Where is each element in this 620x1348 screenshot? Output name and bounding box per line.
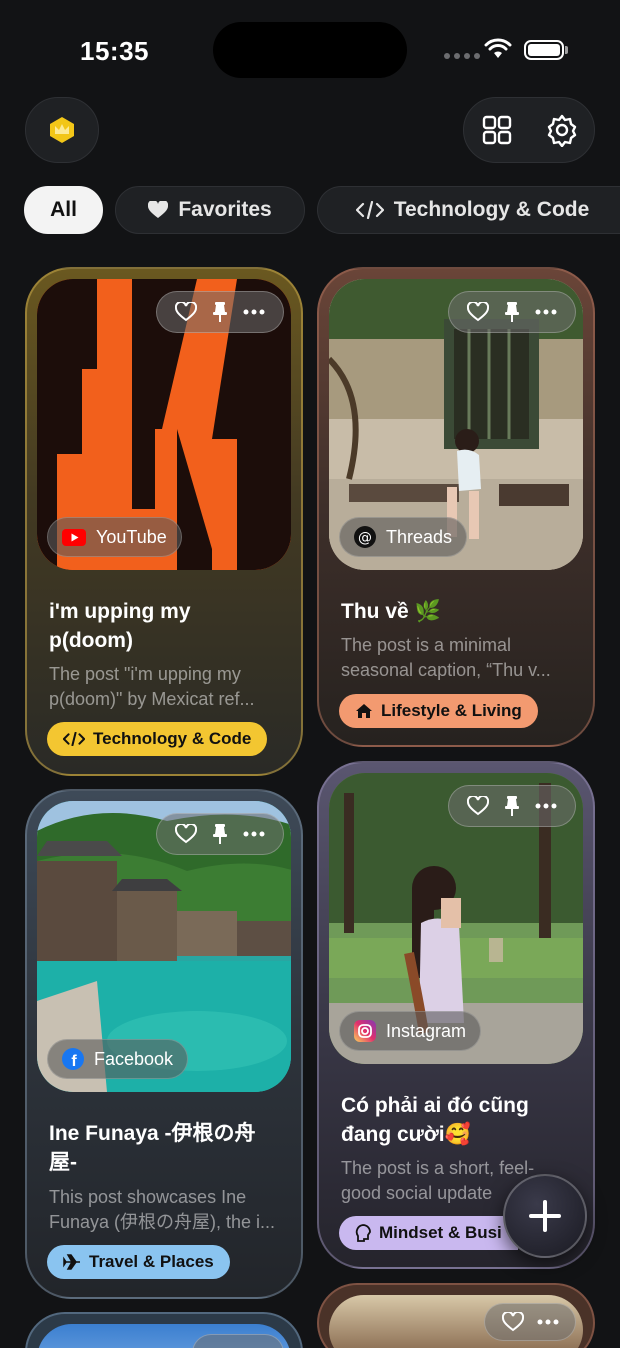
source-badge: Instagram	[339, 1011, 482, 1051]
source-label: YouTube	[96, 526, 167, 547]
instagram-icon	[354, 1020, 376, 1042]
filter-chip-all[interactable]: All	[24, 186, 103, 234]
filter-chip-technology[interactable]: Technology & Code	[317, 186, 620, 234]
crown-icon	[50, 117, 74, 143]
more-icon[interactable]	[537, 1319, 559, 1325]
filter-bar: All Favorites Technology & Code	[24, 186, 620, 234]
add-button[interactable]	[503, 1174, 587, 1258]
youtube-icon	[62, 528, 86, 546]
threads-icon: @	[354, 526, 376, 548]
pin-icon[interactable]	[212, 301, 228, 323]
more-icon[interactable]	[243, 309, 265, 315]
gear-icon	[547, 114, 576, 147]
premium-button[interactable]	[25, 97, 99, 163]
settings-button[interactable]	[537, 105, 587, 155]
content-card[interactable]: YouTube i'm upping my p(doom) The post "…	[25, 267, 303, 776]
card-title: i'm upping my p(doom)	[49, 600, 191, 652]
more-icon[interactable]	[243, 831, 265, 837]
pin-icon[interactable]	[504, 795, 520, 817]
top-right-controls	[463, 97, 595, 163]
code-icon	[63, 732, 85, 746]
category-tag[interactable]: Travel & Places	[47, 1245, 230, 1279]
category-tag[interactable]: Lifestyle & Living	[339, 694, 538, 728]
source-badge: f Facebook	[47, 1039, 189, 1079]
source-label: Facebook	[94, 1048, 174, 1069]
filter-chip-label: Favorites	[178, 198, 272, 221]
facebook-icon: f	[62, 1048, 84, 1070]
source-label: Instagram	[386, 1020, 467, 1041]
wifi-icon	[484, 38, 512, 58]
category-tag[interactable]: Mindset & Busi	[339, 1216, 518, 1250]
card-title: Ine Funaya -伊根の舟屋-	[49, 1122, 256, 1174]
filter-chip-label: Technology & Code	[393, 198, 590, 221]
favorite-heart-icon[interactable]	[174, 302, 197, 322]
card-actions	[484, 1303, 576, 1341]
filter-chip-label: All	[50, 198, 77, 221]
category-tag-label: Travel & Places	[89, 1252, 214, 1271]
pin-icon[interactable]	[212, 823, 228, 845]
battery-icon	[524, 40, 564, 60]
card-actions	[192, 1334, 284, 1348]
code-icon	[355, 201, 384, 219]
card-title: Thu về 🌿	[341, 600, 441, 623]
favorite-heart-icon[interactable]	[466, 302, 489, 322]
category-tag-label: Technology & Code	[93, 729, 252, 748]
plus-icon	[529, 1200, 561, 1232]
card-actions	[156, 813, 284, 855]
svg-text:f: f	[71, 1053, 77, 1070]
content-card[interactable]	[25, 1312, 303, 1348]
grid-view-button[interactable]	[472, 105, 522, 155]
content-card[interactable]: @ Threads Thu về 🌿 The post is a minimal…	[317, 267, 595, 747]
svg-text:@: @	[358, 530, 372, 546]
content-card[interactable]	[317, 1283, 595, 1348]
status-time: 15:35	[80, 36, 149, 66]
home-icon	[356, 704, 372, 718]
card-description: The post "i'm upping my p(doom)" by Mexi…	[49, 664, 255, 709]
category-tag-label: Mindset & Busi	[379, 1223, 502, 1242]
pin-icon[interactable]	[504, 301, 520, 323]
cellular-signal-icon	[444, 53, 480, 59]
card-title: Có phải ai đó cũng đang cười🥰	[341, 1094, 529, 1146]
card-description: The post is a minimal seasonal caption, …	[341, 635, 551, 680]
airplane-icon	[63, 1254, 80, 1270]
card-actions	[448, 291, 576, 333]
category-tag-label: Lifestyle & Living	[381, 701, 522, 720]
grid-icon	[482, 115, 511, 145]
content-card[interactable]: f Facebook Ine Funaya -伊根の舟屋- This post …	[25, 789, 303, 1299]
favorite-heart-icon[interactable]	[501, 1312, 524, 1332]
card-description: This post showcases Ine Funaya (伊根の舟屋), …	[49, 1187, 276, 1232]
source-badge: YouTube	[47, 517, 182, 557]
card-actions	[156, 291, 284, 333]
head-icon	[355, 1224, 371, 1242]
dynamic-island	[213, 22, 407, 78]
favorite-heart-icon[interactable]	[174, 824, 197, 844]
favorite-heart-icon[interactable]	[466, 796, 489, 816]
source-label: Threads	[386, 526, 453, 547]
source-badge: @ Threads	[339, 517, 468, 557]
card-actions	[448, 785, 576, 827]
status-bar: 15:35	[0, 0, 620, 100]
heart-icon	[148, 201, 169, 218]
more-icon[interactable]	[535, 803, 557, 809]
category-tag[interactable]: Technology & Code	[47, 722, 268, 756]
more-icon[interactable]	[535, 309, 557, 315]
filter-chip-favorites[interactable]: Favorites	[115, 186, 305, 234]
